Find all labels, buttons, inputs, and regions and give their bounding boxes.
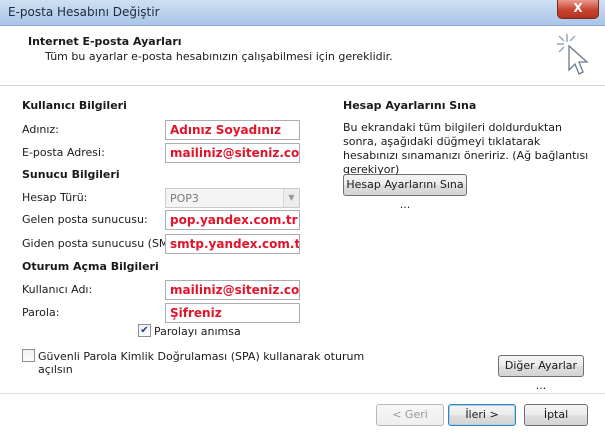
test-settings-heading: Hesap Ayarlarını Sına bbox=[343, 99, 477, 112]
username-label: Kullanıcı Adı: bbox=[22, 283, 93, 296]
test-settings-description: Bu ekrandaki tüm bilgileri doldurduktan … bbox=[343, 121, 589, 176]
close-button[interactable]: X bbox=[557, 0, 599, 19]
account-type-value: POP3 bbox=[170, 192, 199, 205]
cursor-sparkle-icon bbox=[557, 34, 589, 75]
next-button[interactable]: İleri > bbox=[448, 404, 516, 426]
dialog-header: Internet E-posta Ayarları Tüm bu ayarlar… bbox=[0, 26, 605, 86]
more-settings-button[interactable]: Diğer Ayarlar ... bbox=[498, 355, 584, 392]
logon-info-heading: Oturum Açma Bilgileri bbox=[22, 260, 159, 273]
remember-password-checkbox[interactable]: ✔ bbox=[138, 324, 151, 337]
dialog-body: Kullanıcı Bilgileri Adınız: Adınız Soyad… bbox=[0, 87, 605, 440]
password-label: Parola: bbox=[22, 306, 60, 319]
name-label: Adınız: bbox=[22, 123, 59, 136]
footer-divider bbox=[0, 393, 605, 394]
remember-password-label: Parolayı anımsa bbox=[154, 325, 241, 338]
header-subtitle: Tüm bu ayarlar e-posta hesabınızın çalış… bbox=[45, 50, 393, 63]
email-input[interactable]: mailiniz@siteniz.com bbox=[165, 143, 300, 163]
password-input[interactable]: Şifreniz bbox=[165, 303, 300, 323]
incoming-server-input[interactable]: pop.yandex.com.tr bbox=[165, 210, 300, 230]
account-type-label: Hesap Türü: bbox=[22, 191, 88, 204]
email-label: E-posta Adresi: bbox=[22, 146, 105, 159]
outgoing-server-input[interactable]: smtp.yandex.com.tr bbox=[165, 234, 300, 254]
spa-checkbox[interactable] bbox=[22, 349, 35, 362]
spa-label-line2: açılsın bbox=[38, 363, 73, 376]
window-title: E-posta Hesabını Değiştir bbox=[8, 5, 160, 19]
username-input[interactable]: mailiniz@siteniz.com bbox=[165, 280, 300, 300]
account-type-select: POP3 ▼ bbox=[165, 188, 300, 208]
spa-label-line1: Güvenli Parola Kimlik Doğrulaması (SPA) … bbox=[38, 350, 365, 363]
incoming-server-label: Gelen posta sunucusu: bbox=[22, 213, 148, 226]
back-button[interactable]: < Geri bbox=[376, 404, 444, 426]
test-account-settings-button[interactable]: Hesap Ayarlarını Sına ... bbox=[343, 174, 467, 211]
user-info-heading: Kullanıcı Bilgileri bbox=[22, 99, 127, 112]
chevron-down-icon: ▼ bbox=[283, 189, 299, 207]
server-info-heading: Sunucu Bilgileri bbox=[22, 168, 120, 181]
title-bar: E-posta Hesabını Değiştir X bbox=[0, 0, 605, 26]
cancel-button[interactable]: İptal bbox=[524, 404, 588, 426]
name-input[interactable]: Adınız Soyadınız bbox=[165, 120, 300, 140]
header-title: Internet E-posta Ayarları bbox=[28, 35, 182, 48]
